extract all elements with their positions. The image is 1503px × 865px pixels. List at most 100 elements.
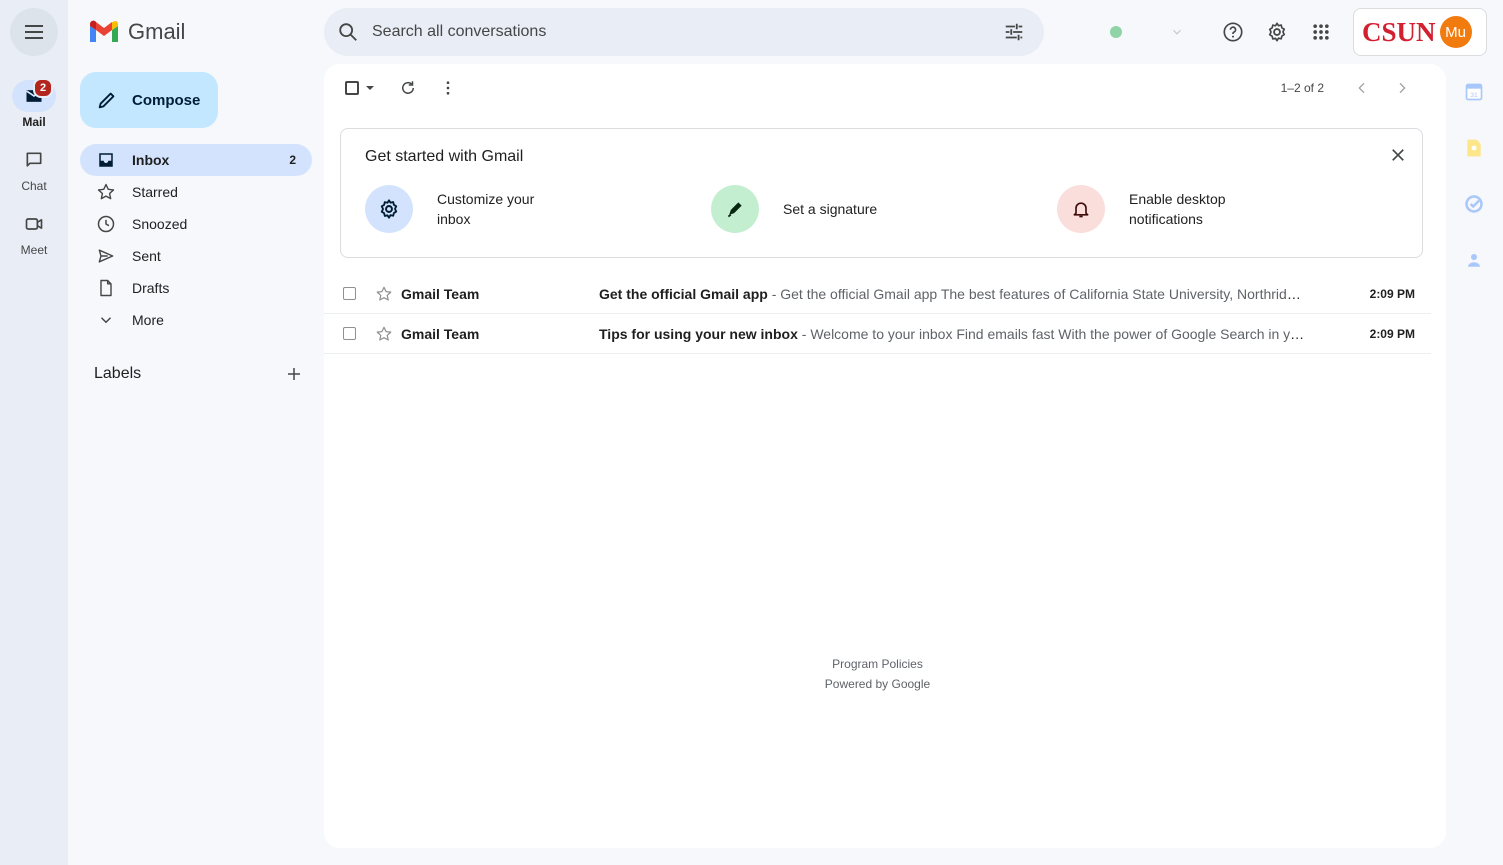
rail-label-chat: Chat [21, 179, 47, 193]
keep-app-button[interactable] [1458, 132, 1490, 164]
enable-notifications-item[interactable]: Enable desktop notifications [1057, 185, 1259, 233]
dismiss-get-started-button[interactable] [1386, 143, 1410, 167]
row-time: 2:09 PM [1369, 286, 1415, 301]
star-icon [376, 286, 392, 301]
calendar-app-button[interactable]: 31 [1458, 76, 1490, 108]
sidebar-item-label: Sent [132, 248, 161, 264]
side-panel-apps: 31 [1458, 76, 1490, 276]
refresh-icon [402, 81, 414, 94]
row-body: Tips for using your new inbox - Welcome … [599, 326, 1357, 342]
gmail-m-icon [90, 20, 118, 42]
rail-pill-mail: 2 [12, 78, 56, 112]
labels-title: Labels [94, 365, 142, 382]
row-checkbox[interactable] [324, 287, 369, 300]
rail-label-meet: Meet [20, 243, 48, 257]
checkbox-box [343, 287, 356, 300]
gmail-logo[interactable]: Gmail [88, 16, 185, 48]
sidebar-item-starred[interactable]: Starred [80, 176, 312, 208]
older-button[interactable] [1386, 72, 1418, 104]
signature-circle [711, 185, 759, 233]
star-icon [97, 183, 115, 200]
rail-item-mail[interactable]: 2 Mail [0, 78, 68, 129]
clock-icon-wrap [96, 214, 116, 234]
powered-by-text: Powered by Google [824, 677, 931, 691]
select-menu-button[interactable] [362, 72, 378, 104]
tasks-app-button[interactable] [1458, 188, 1490, 220]
sidebar-item-label: Drafts [132, 280, 170, 296]
tune-icon [1005, 23, 1023, 41]
sidebar-item-inbox[interactable]: Inbox 2 [80, 144, 312, 176]
org-logo: CSUN [1362, 16, 1436, 47]
account-button[interactable]: CSUN Mu [1353, 8, 1487, 56]
customize-circle [365, 185, 413, 233]
page-range: 1–2 of 2 [1280, 81, 1324, 95]
svg-text:31: 31 [1470, 92, 1478, 99]
row-sender: Gmail Team [401, 325, 480, 342]
sidebar-item-more[interactable]: More [80, 304, 312, 336]
video-camera-icon [25, 218, 43, 230]
row-checkbox[interactable] [324, 327, 369, 340]
settings-button[interactable] [1257, 12, 1297, 52]
sidebar-item-sent[interactable]: Sent [80, 240, 312, 272]
chevron-left-icon [1358, 82, 1365, 94]
compose-button[interactable]: Compose [80, 72, 218, 128]
customize-inbox-item[interactable]: Customize your inbox [365, 185, 557, 233]
pen-icon [727, 202, 742, 218]
program-policies-link[interactable]: Program Policies [324, 654, 1431, 674]
sidebar-item-snoozed[interactable]: Snoozed [80, 208, 312, 240]
get-started-title: Get started with Gmail [365, 148, 524, 165]
status-selector[interactable] [1098, 8, 1198, 56]
contacts-app-button[interactable] [1458, 244, 1490, 276]
search-bar[interactable] [324, 8, 1044, 56]
sidebar-item-drafts[interactable]: Drafts [80, 272, 312, 304]
table-row[interactable]: Gmail Team Tips for using your new inbox… [324, 314, 1431, 354]
inbox-icon [99, 153, 113, 167]
contacts-icon [1468, 254, 1480, 267]
compose-label: Compose [132, 91, 201, 109]
rail-item-chat[interactable]: Chat [0, 144, 68, 193]
pager [1346, 72, 1418, 104]
rail-label-mail: Mail [22, 115, 46, 129]
rail-item-meet[interactable]: Meet [0, 208, 68, 257]
newer-button[interactable] [1346, 72, 1378, 104]
google-apps-button[interactable] [1301, 12, 1341, 52]
set-signature-item[interactable]: Set a signature [711, 185, 903, 233]
search-button[interactable] [324, 8, 372, 56]
get-started-card: Get started with Gmail Customize your in… [340, 128, 1423, 258]
footer: Program Policies Powered by Google [324, 654, 1431, 694]
draft-icon-wrap [96, 278, 116, 298]
row-body: Get the official Gmail app - Get the off… [599, 286, 1357, 302]
notifications-circle [1057, 185, 1105, 233]
row-star-button[interactable] [369, 285, 399, 303]
tasks-icon [1465, 195, 1483, 213]
list-toolbar [336, 72, 464, 104]
rail-pill-chat [12, 144, 56, 176]
more-actions-button[interactable] [432, 72, 464, 104]
caret-down-icon [366, 86, 374, 90]
main-menu-button[interactable] [10, 8, 58, 56]
search-input[interactable] [372, 23, 990, 41]
row-snippet: - Welcome to your inbox Find emails fast… [801, 325, 1357, 342]
gear-icon [380, 199, 398, 219]
checkbox-box [345, 81, 359, 95]
search-options-button[interactable] [990, 8, 1038, 56]
close-icon [1392, 149, 1404, 161]
help-icon [1223, 22, 1243, 42]
search-icon [339, 23, 357, 41]
sidebar-item-label: More [132, 312, 164, 328]
table-row[interactable]: Gmail Team Get the official Gmail app - … [324, 274, 1431, 314]
create-label-button[interactable] [282, 362, 306, 386]
row-subject: Get the official Gmail app [599, 285, 768, 302]
calendar-icon: 31 [1465, 83, 1483, 101]
gmail-wordmark: Gmail [128, 19, 186, 44]
plus-icon [288, 368, 300, 380]
row-star-button[interactable] [369, 325, 399, 343]
refresh-button[interactable] [392, 72, 424, 104]
chevron-right-icon [1399, 82, 1406, 94]
sidebar-item-label: Snoozed [132, 216, 188, 232]
support-button[interactable] [1213, 12, 1253, 52]
sidebar-item-label: Starred [132, 184, 178, 200]
star-icon [376, 326, 392, 341]
gear-icon [1268, 22, 1286, 42]
chevron-icon-wrap [96, 310, 116, 330]
